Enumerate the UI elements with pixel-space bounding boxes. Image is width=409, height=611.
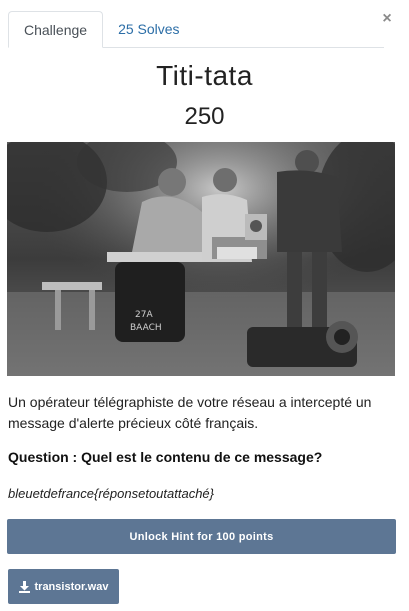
file-name: transistor.wav [34,580,109,593]
svg-text:BAACH: BAACH [130,323,162,333]
tab-solves[interactable]: 25 Solves [103,11,194,47]
challenge-description: Un opérateur télégraphiste de votre rése… [8,394,372,431]
file-download-button[interactable]: transistor.wav [8,569,119,604]
tab-challenge[interactable]: Challenge [8,11,104,48]
challenge-points: 250 [184,103,225,130]
challenge-tabs: Challenge 25 Solves [8,11,384,48]
telegraph-operators-photo: 27A BAACH [7,142,395,376]
download-icon [18,580,30,593]
unlock-hint-label: Unlock Hint for 100 points [129,530,274,543]
challenge-question: Question : Quel est le contenu de ce mes… [8,449,323,465]
svg-text:27A: 27A [135,310,153,320]
flag-format: bleuetdefrance{réponsetoutattaché} [8,486,215,501]
challenge-image: 27A BAACH [7,142,395,376]
unlock-hint-button[interactable]: Unlock Hint for 100 points [7,519,396,554]
challenge-title: Titi-tata [156,60,253,91]
close-icon[interactable]: × [379,11,395,27]
